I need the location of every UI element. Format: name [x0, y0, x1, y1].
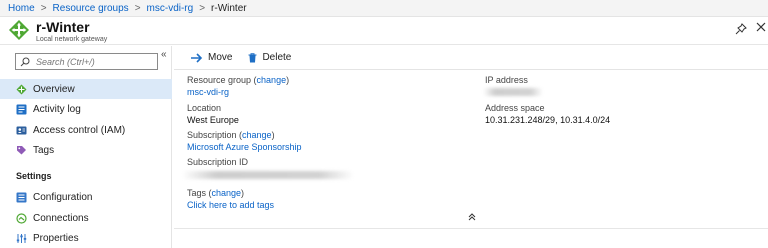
resource-group-change-link[interactable]: change [257, 75, 287, 85]
sidebar-item-label: Properties [33, 232, 79, 244]
sidebar-item-label: Overview [33, 83, 75, 95]
breadcrumb-current: r-Winter [211, 2, 247, 14]
collapse-sidebar-button[interactable]: « [161, 49, 167, 60]
delete-trash-icon [248, 52, 257, 62]
search-box[interactable] [15, 53, 158, 70]
tags-change-link[interactable]: change [212, 188, 242, 198]
sidebar-item-access-control[interactable]: Access control (IAM) [0, 120, 172, 140]
activity-log-icon [16, 104, 27, 114]
sidebar-item-label: Tags [33, 144, 55, 156]
add-tags-link[interactable]: Click here to add tags [187, 200, 274, 210]
tag-icon [17, 145, 26, 154]
subscription-change-link[interactable]: change [242, 130, 272, 140]
page-subtitle: Local network gateway [36, 36, 108, 43]
ip-address-redacted [483, 88, 543, 96]
pin-icon[interactable] [735, 23, 747, 35]
configuration-icon [16, 192, 27, 202]
sidebar-item-label: Configuration [33, 191, 93, 203]
collapse-up-icon[interactable] [468, 213, 476, 221]
search-icon [20, 57, 30, 66]
delete-button[interactable]: Delete [248, 52, 291, 63]
breadcrumb-separator: > [134, 2, 141, 14]
sidebar-item-label: Connections [33, 212, 89, 224]
breadcrumb-separator: > [199, 2, 206, 14]
essentials-divider [174, 228, 768, 229]
sidebar-item-tags[interactable]: Tags [0, 140, 172, 160]
sidebar: « Overview Activity log Access control (… [0, 46, 172, 248]
resource-header: r-Winter Local network gateway [0, 17, 768, 45]
resource-group-label: Resource group (change) [187, 75, 290, 85]
sidebar-item-connections[interactable]: Connections [0, 208, 172, 228]
iam-icon [16, 126, 27, 134]
location-label: Location [187, 103, 222, 113]
subscription-label: Subscription (change) [187, 130, 275, 140]
move-arrow-icon [191, 52, 203, 63]
subscription-id-label: Subscription ID [187, 157, 249, 167]
overview-icon [16, 84, 27, 94]
breadcrumb-resource-groups[interactable]: Resource groups [53, 3, 129, 14]
breadcrumb-resource-group[interactable]: msc-vdi-rg [147, 3, 194, 14]
address-space-label: Address space [485, 103, 545, 113]
subscription-id-redacted [182, 171, 354, 179]
tags-label: Tags (change) [187, 188, 245, 198]
properties-icon [16, 233, 27, 243]
essentials-panel: Resource group (change) msc-vdi-rg Locat… [174, 70, 768, 248]
sidebar-item-overview[interactable]: Overview [0, 79, 172, 99]
location-value: West Europe [187, 115, 239, 125]
sidebar-item-label: Activity log [33, 103, 81, 115]
ip-address-label: IP address [485, 75, 528, 85]
gateway-icon [9, 20, 29, 40]
breadcrumb: Home > Resource groups > msc-vdi-rg > r-… [0, 0, 768, 17]
resource-group-value-link[interactable]: msc-vdi-rg [187, 87, 229, 97]
connections-icon [16, 212, 27, 224]
close-icon[interactable] [755, 20, 767, 34]
breadcrumb-home[interactable]: Home [8, 3, 35, 14]
sidebar-section-settings: Settings [16, 171, 52, 181]
page-title: r-Winter [36, 19, 90, 35]
delete-label: Delete [262, 52, 292, 63]
sidebar-item-configuration[interactable]: Configuration [0, 187, 172, 207]
address-space-value: 10.31.231.248/29, 10.31.4.0/24 [485, 115, 611, 125]
search-input[interactable] [36, 56, 156, 67]
sidebar-item-label: Access control (IAM) [33, 124, 126, 136]
breadcrumb-separator: > [40, 2, 47, 14]
sidebar-item-activity-log[interactable]: Activity log [0, 99, 172, 119]
subscription-value-link[interactable]: Microsoft Azure Sponsorship [187, 142, 302, 152]
sidebar-item-properties[interactable]: Properties [0, 228, 172, 248]
move-label: Move [208, 52, 233, 63]
command-bar: Move Delete [174, 46, 768, 70]
move-button[interactable]: Move [190, 52, 232, 63]
